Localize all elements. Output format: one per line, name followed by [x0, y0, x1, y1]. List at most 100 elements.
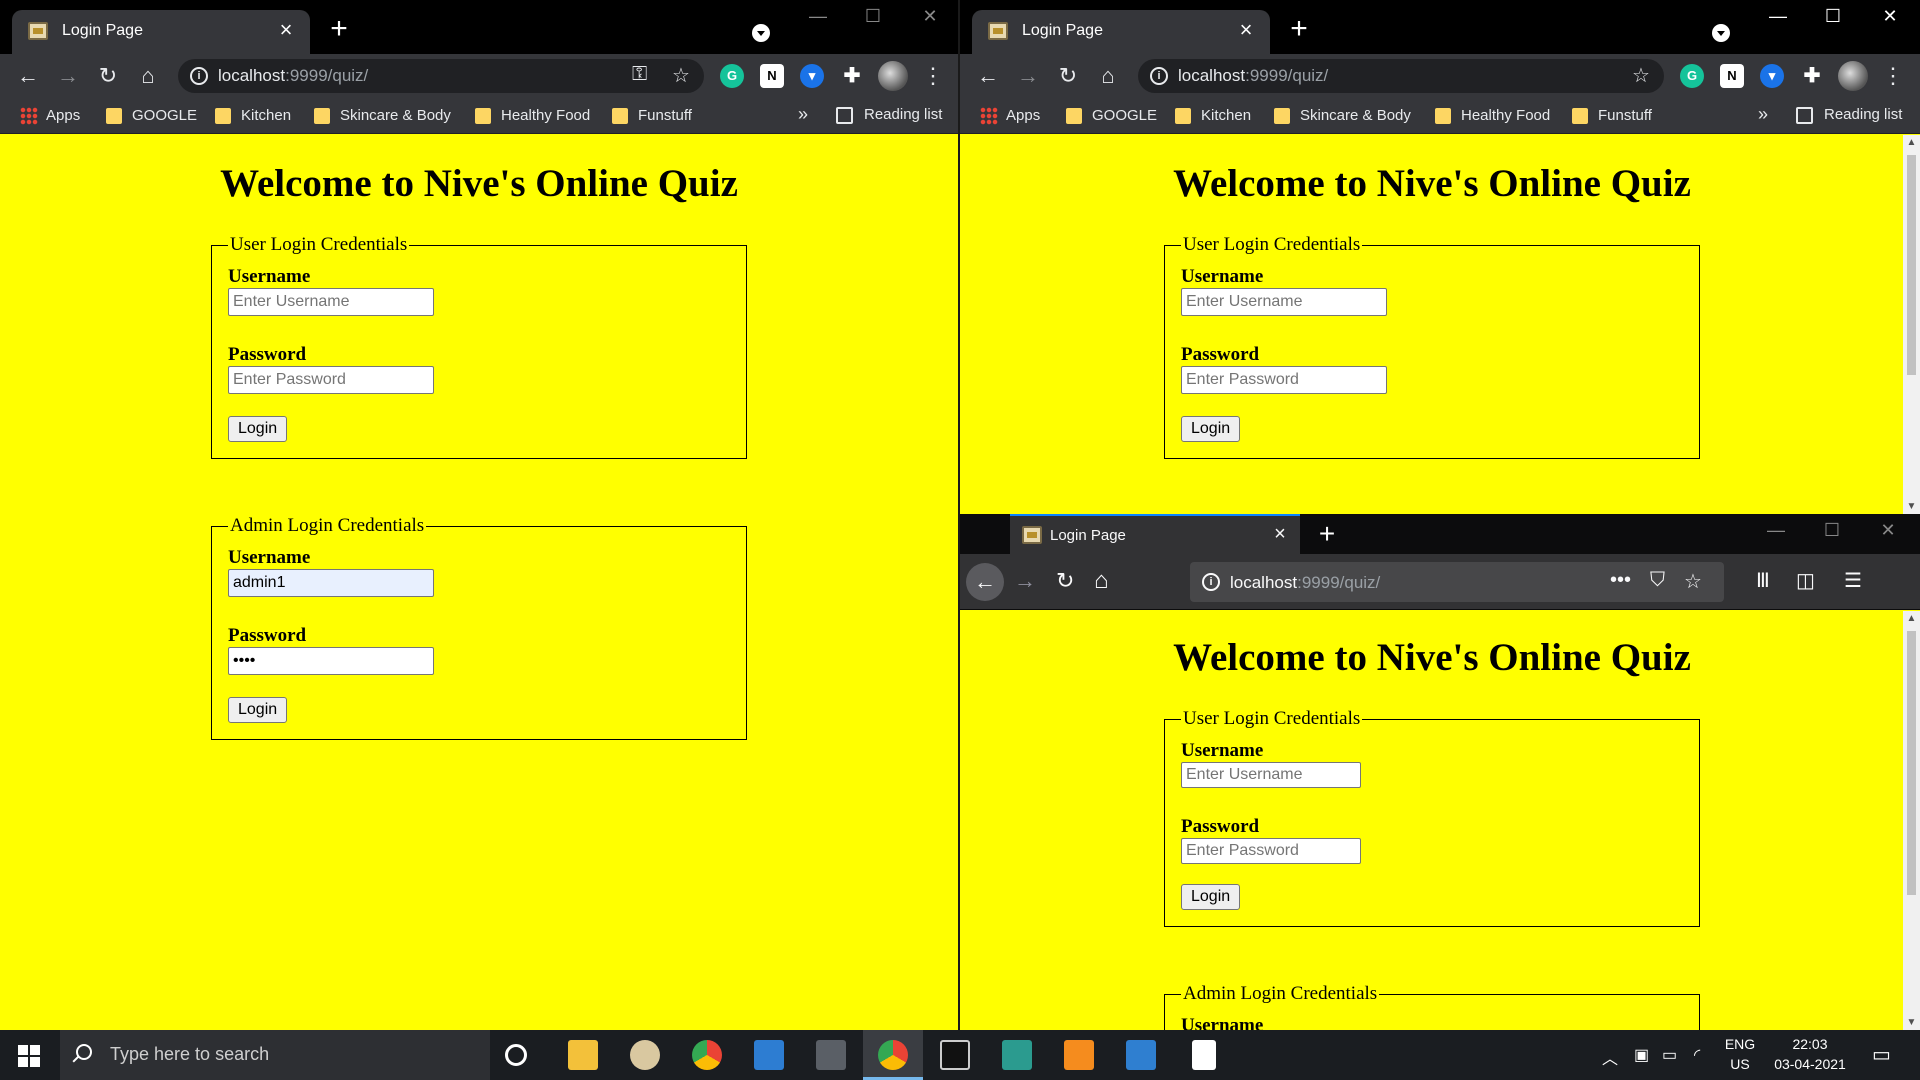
user-password-input[interactable] [228, 366, 434, 394]
extension-dropdown-icon[interactable]: ▾ [800, 64, 824, 88]
tab-login-page[interactable]: Login Page × [972, 10, 1270, 54]
grammarly-icon[interactable]: G [720, 64, 744, 88]
user-username-input[interactable] [1181, 762, 1361, 788]
bookmark-google[interactable]: GOOGLE [1066, 106, 1157, 126]
bookmark-skincare[interactable]: Skincare & Body [314, 106, 451, 126]
reading-list-button[interactable]: Reading list [836, 106, 942, 124]
close-tab-icon[interactable]: × [1234, 18, 1258, 42]
close-tab-icon[interactable]: × [1268, 522, 1292, 546]
scroll-up-icon[interactable]: ▲ [1903, 613, 1920, 624]
new-tab-icon[interactable]: + [1312, 519, 1342, 549]
key-icon[interactable]: ⚿ [632, 63, 647, 86]
user-password-input[interactable] [1181, 838, 1361, 864]
chrome-active-task[interactable] [863, 1030, 923, 1080]
device-icon[interactable]: ▣ [1634, 1045, 1649, 1065]
library-icon[interactable]: Ⅲ [1756, 568, 1770, 593]
pocket-icon[interactable]: ⛉ [1650, 569, 1665, 592]
maximize-icon[interactable]: ☐ [1812, 520, 1852, 541]
bookmark-healthy-food[interactable]: Healthy Food [1435, 106, 1550, 126]
bookmark-google[interactable]: GOOGLE [106, 106, 197, 126]
dev-tool-icon[interactable] [754, 1040, 784, 1070]
site-info-icon[interactable]: i [190, 67, 208, 85]
bookmarks-overflow-icon[interactable]: » [798, 104, 808, 125]
show-hidden-icons[interactable]: ︿ [1602, 1045, 1618, 1069]
chrome-taskbar-icon[interactable] [692, 1040, 722, 1070]
scrollbar-thumb[interactable] [1907, 155, 1916, 375]
home-icon[interactable]: ⌂ [134, 62, 162, 90]
app-icon-compass[interactable] [630, 1040, 660, 1070]
notifications-icon[interactable]: ▭ [1872, 1042, 1891, 1067]
close-window-icon[interactable]: ✕ [1870, 6, 1910, 27]
clock[interactable]: 22:03 03-04-2021 [1768, 1036, 1852, 1072]
scrollbar-thumb[interactable] [1907, 631, 1916, 895]
bookmark-kitchen[interactable]: Kitchen [215, 106, 291, 126]
address-bar[interactable]: i localhost:9999/quiz/ ⚿ ☆ [178, 59, 704, 93]
bookmark-apps[interactable]: Apps [980, 106, 1040, 126]
scroll-down-icon[interactable]: ▼ [1903, 501, 1920, 512]
reload-icon[interactable]: ↻ [1054, 62, 1082, 90]
address-bar[interactable]: i localhost:9999/quiz/ ••• ⛉ ☆ [1190, 562, 1724, 602]
user-username-input[interactable] [228, 288, 434, 316]
forward-icon[interactable]: → [54, 62, 82, 90]
cortana-icon[interactable] [505, 1044, 527, 1066]
site-info-icon[interactable]: i [1150, 67, 1168, 85]
address-bar[interactable]: i localhost:9999/quiz/ ☆ [1138, 59, 1664, 93]
notion-icon[interactable]: N [1720, 64, 1744, 88]
home-icon[interactable]: ⌂ [1094, 62, 1122, 90]
bookmark-healthy-food[interactable]: Healthy Food [475, 106, 590, 126]
sidebar-icon[interactable]: ◫ [1796, 568, 1815, 593]
menu-kebab-icon[interactable]: ⋮ [922, 62, 944, 90]
scroll-up-icon[interactable]: ▲ [1903, 137, 1920, 148]
menu-kebab-icon[interactable]: ⋮ [1882, 62, 1904, 90]
maximize-icon[interactable]: ☐ [853, 6, 893, 27]
site-info-icon[interactable]: i [1202, 573, 1220, 591]
forward-icon[interactable]: → [1014, 62, 1042, 90]
admin-password-input[interactable] [228, 647, 434, 675]
document-icon[interactable] [1192, 1040, 1216, 1070]
forward-icon[interactable]: → [1014, 568, 1036, 594]
user-login-button[interactable]: Login [1181, 884, 1241, 910]
extensions-puzzle-icon[interactable]: ✚ [1800, 64, 1824, 88]
back-icon[interactable]: ← [14, 62, 42, 90]
bookmark-kitchen[interactable]: Kitchen [1175, 106, 1251, 126]
bookmarks-overflow-icon[interactable]: » [1758, 104, 1768, 125]
user-login-button[interactable]: Login [228, 416, 288, 442]
notepad-icon[interactable] [1002, 1040, 1032, 1070]
tab-search-icon[interactable] [1712, 24, 1730, 42]
minimize-icon[interactable]: — [798, 6, 838, 27]
admin-login-button[interactable]: Login [228, 697, 288, 723]
close-window-icon[interactable]: ✕ [910, 6, 950, 27]
new-tab-icon[interactable]: + [324, 14, 354, 44]
photos-icon[interactable] [1126, 1040, 1156, 1070]
calculator-icon[interactable] [816, 1040, 846, 1070]
language-indicator[interactable]: ENG US [1720, 1036, 1760, 1072]
scroll-down-icon[interactable]: ▼ [1903, 1017, 1920, 1028]
reload-icon[interactable]: ↻ [94, 62, 122, 90]
bookmark-star-icon[interactable]: ☆ [1632, 63, 1650, 88]
maximize-icon[interactable]: ☐ [1813, 6, 1853, 27]
new-tab-icon[interactable]: + [1284, 14, 1314, 44]
sublime-text-icon[interactable] [1064, 1040, 1094, 1070]
minimize-icon[interactable]: — [1756, 520, 1796, 541]
bookmark-apps[interactable]: Apps [20, 106, 80, 126]
close-window-icon[interactable]: ✕ [1868, 520, 1908, 541]
tab-login-page[interactable]: Login Page × [12, 10, 310, 54]
extension-dropdown-icon[interactable]: ▾ [1760, 64, 1784, 88]
tab-search-icon[interactable] [752, 24, 770, 42]
admin-username-input[interactable] [228, 569, 434, 597]
user-username-input[interactable] [1181, 288, 1387, 316]
notion-icon[interactable]: N [760, 64, 784, 88]
vertical-scrollbar[interactable]: ▲ ▼ [1903, 135, 1920, 514]
taskbar-search-box[interactable]: Type here to search [60, 1030, 490, 1080]
tab-login-page[interactable]: Login Page × [1010, 514, 1300, 554]
vertical-scrollbar[interactable]: ▲ ▼ [1903, 611, 1920, 1030]
minimize-icon[interactable]: — [1758, 6, 1798, 27]
hamburger-menu-icon[interactable]: ☰ [1844, 568, 1862, 593]
bookmark-star-icon[interactable]: ☆ [672, 63, 690, 88]
bookmark-skincare[interactable]: Skincare & Body [1274, 106, 1411, 126]
user-password-input[interactable] [1181, 366, 1387, 394]
bookmark-star-icon[interactable]: ☆ [1684, 569, 1702, 594]
bookmark-funstuff[interactable]: Funstuff [612, 106, 692, 126]
back-icon[interactable]: ← [974, 62, 1002, 90]
home-icon[interactable]: ⌂ [1094, 567, 1109, 595]
